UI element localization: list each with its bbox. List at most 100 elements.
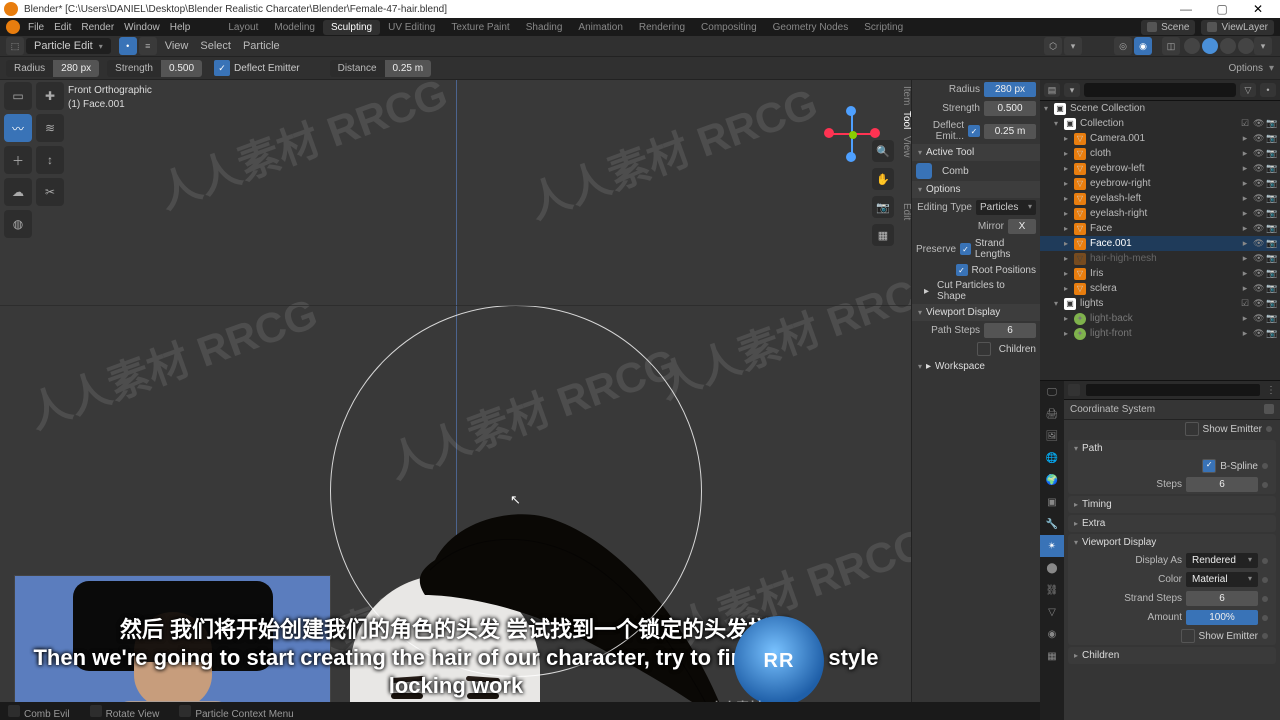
np-cut-row[interactable]: ▸ Cut Particles to Shape: [912, 278, 1040, 304]
np-strength-value[interactable]: 0.500: [984, 101, 1036, 116]
sec-children-header[interactable]: Children: [1068, 647, 1276, 664]
close-button[interactable]: ✕: [1240, 2, 1276, 16]
prop-tab-scene-icon[interactable]: 🌐: [1040, 447, 1064, 469]
outliner-light[interactable]: ✦light-front▸👁📷: [1040, 326, 1280, 341]
camera-icon[interactable]: 📷: [872, 196, 894, 218]
ws-geonodes[interactable]: Geometry Nodes: [765, 20, 857, 35]
blender-icon[interactable]: [6, 20, 20, 34]
viewport[interactable]: 人人素材 RRCG 人人素材 RRCG 人人素材 RRCG 人人素材 RRCG …: [0, 80, 1040, 720]
tool-smooth-icon[interactable]: ≋: [36, 114, 64, 142]
overlay-toggle-icon[interactable]: ◉: [1134, 37, 1152, 55]
np-path-steps-value[interactable]: 6: [984, 323, 1036, 338]
outliner-item[interactable]: ▽eyelash-left▸👁📷: [1040, 191, 1280, 206]
ws-texpaint[interactable]: Texture Paint: [443, 20, 517, 35]
radius-value[interactable]: 280 px: [53, 60, 99, 77]
tool-weight-icon[interactable]: ◍: [4, 210, 32, 238]
scene-collection[interactable]: ▣Scene Collection: [1040, 101, 1280, 116]
np-active-tool-header[interactable]: Active Tool: [912, 144, 1040, 161]
magnet-icon[interactable]: ⬡: [1044, 37, 1062, 55]
exclude-icon[interactable]: ☑: [1240, 118, 1250, 129]
prop-tab-physics-icon[interactable]: ⬤: [1040, 557, 1064, 579]
prop-tab-constraint-icon[interactable]: ⛓: [1040, 579, 1064, 601]
ws-layout[interactable]: Layout: [220, 20, 266, 35]
menu-render[interactable]: Render: [81, 22, 114, 33]
properties-search[interactable]: [1086, 384, 1260, 396]
ws-anim[interactable]: Animation: [570, 20, 630, 35]
selmode-tip-icon[interactable]: ≡: [139, 37, 157, 55]
np-radius-value[interactable]: 280 px: [984, 82, 1036, 97]
selmode-point-icon[interactable]: •: [119, 37, 137, 55]
viewlayer-selector[interactable]: ViewLayer: [1201, 20, 1274, 35]
outliner-mode-icon[interactable]: ▤: [1044, 83, 1060, 97]
ws-uv[interactable]: UV Editing: [380, 20, 443, 35]
prop-tab-data-icon[interactable]: ▽: [1040, 601, 1064, 623]
np-children-check[interactable]: [977, 342, 991, 356]
gizmo-toggle-icon[interactable]: ◎: [1114, 37, 1132, 55]
render-icon[interactable]: 📷: [1266, 118, 1276, 129]
editor-type-icon[interactable]: ⬚: [6, 37, 24, 55]
tool-length-icon[interactable]: ↕: [36, 146, 64, 174]
sec-extra-header[interactable]: Extra: [1068, 515, 1276, 532]
np-deflect-value[interactable]: 0.25 m: [984, 124, 1036, 139]
outliner-item[interactable]: ▽eyebrow-left▸👁📷: [1040, 161, 1280, 176]
np-mirror-x[interactable]: X: [1008, 219, 1036, 234]
menu-particle[interactable]: Particle: [243, 40, 280, 52]
display-as-drop[interactable]: Rendered: [1186, 553, 1258, 568]
menu-window[interactable]: Window: [124, 22, 160, 33]
ws-render[interactable]: Rendering: [631, 20, 693, 35]
prop-tab-texture-icon[interactable]: ▦: [1040, 645, 1064, 667]
prop-tab-output-icon[interactable]: 🖨: [1040, 403, 1064, 425]
shade-wire-icon[interactable]: [1184, 38, 1200, 54]
minimize-button[interactable]: —: [1168, 2, 1204, 16]
np-options-header[interactable]: Options: [912, 181, 1040, 198]
tool-comb-icon[interactable]: 〰: [4, 114, 32, 142]
show-emitter2-check[interactable]: [1181, 629, 1195, 643]
color-drop[interactable]: Material: [1186, 572, 1258, 587]
prop-tab-viewlayer-icon[interactable]: 🖼: [1040, 425, 1064, 447]
scene-selector[interactable]: Scene: [1141, 20, 1195, 35]
shade-options-icon[interactable]: ▾: [1254, 37, 1272, 55]
amount-value[interactable]: 100%: [1186, 610, 1258, 625]
outliner-item[interactable]: ▽Iris▸👁📷: [1040, 266, 1280, 281]
strand-steps-value[interactable]: 6: [1186, 591, 1258, 606]
eye-icon[interactable]: 👁: [1253, 118, 1263, 129]
ws-sculpting[interactable]: Sculpting: [323, 20, 380, 35]
outliner-light[interactable]: ✦light-back▸👁📷: [1040, 311, 1280, 326]
np-preserve-check1[interactable]: ✓: [960, 243, 971, 255]
tool-add-icon[interactable]: ＋: [4, 146, 32, 174]
zoom-icon[interactable]: 🔍: [872, 140, 894, 162]
menu-view[interactable]: View: [165, 40, 189, 52]
prop-pin-icon[interactable]: [1068, 384, 1080, 396]
pan-icon[interactable]: ✋: [872, 168, 894, 190]
tool-puff-icon[interactable]: ☁: [4, 178, 32, 206]
sec-vpd-header[interactable]: Viewport Display: [1068, 534, 1276, 551]
prop-tab-world-icon[interactable]: 🌍: [1040, 469, 1064, 491]
prop-tab-material-icon[interactable]: ◉: [1040, 623, 1064, 645]
outliner-item[interactable]: ▽cloth▸👁📷: [1040, 146, 1280, 161]
menu-file[interactable]: File: [28, 22, 44, 33]
sec-path-header[interactable]: Path: [1068, 440, 1276, 457]
tool-cursor-icon[interactable]: ✚: [36, 82, 64, 110]
menu-help[interactable]: Help: [170, 22, 191, 33]
outliner-item[interactable]: ▽eyebrow-right▸👁📷: [1040, 176, 1280, 191]
outliner-item[interactable]: ▽Face▸👁📷: [1040, 221, 1280, 236]
collection[interactable]: ▣Collection☑👁📷: [1040, 116, 1280, 131]
strength-value[interactable]: 0.500: [161, 60, 202, 77]
steps-value[interactable]: 6: [1186, 477, 1258, 492]
outliner-new-icon[interactable]: •: [1260, 83, 1276, 97]
np-deflect-check[interactable]: ✓: [968, 125, 980, 137]
menu-edit[interactable]: Edit: [54, 22, 71, 33]
distance-value[interactable]: 0.25 m: [385, 60, 432, 77]
mode-dropdown[interactable]: Particle Edit: [26, 38, 111, 54]
np-edit-type-drop[interactable]: Particles: [976, 200, 1036, 215]
outliner-filter-icon[interactable]: ▽: [1240, 83, 1256, 97]
shade-solid-icon[interactable]: [1202, 38, 1218, 54]
props-options-icon[interactable]: ⋮: [1266, 385, 1276, 396]
outliner-item[interactable]: ▽sclera▸👁📷: [1040, 281, 1280, 296]
ws-script[interactable]: Scripting: [856, 20, 911, 35]
xray-icon[interactable]: ◫: [1162, 37, 1180, 55]
prop-tab-render-icon[interactable]: 🖵: [1040, 381, 1064, 403]
np-workspace-header[interactable]: ▸ Workspace: [912, 358, 1040, 375]
options-dropdown[interactable]: Options: [1229, 63, 1263, 74]
menu-select[interactable]: Select: [200, 40, 231, 52]
